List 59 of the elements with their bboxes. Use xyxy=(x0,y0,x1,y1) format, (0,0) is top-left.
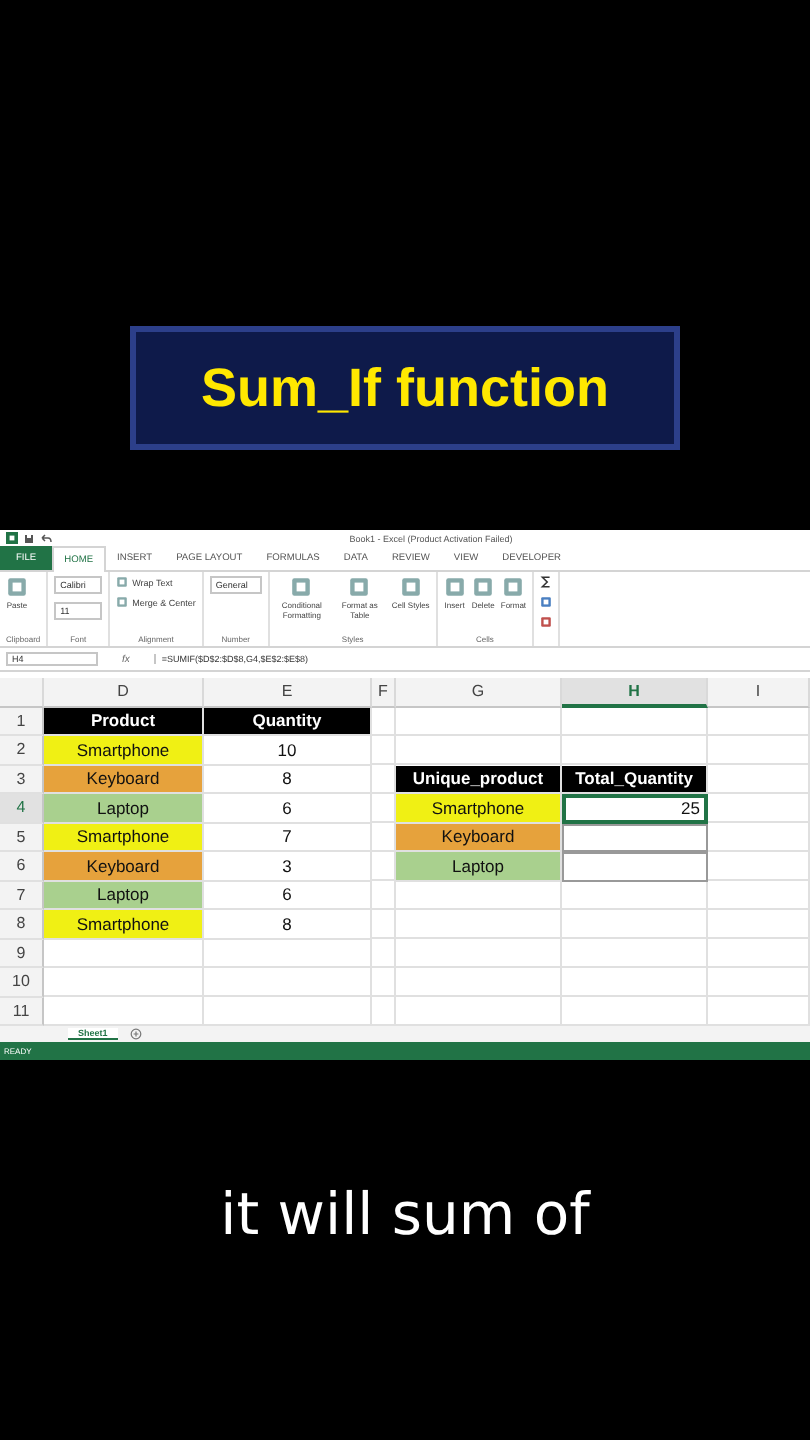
header-cell[interactable]: Quantity xyxy=(204,707,372,736)
table-cell[interactable]: 6 xyxy=(204,881,372,910)
table-cell[interactable]: Laptop xyxy=(44,881,204,910)
ribbon-icon[interactable] xyxy=(472,576,495,598)
save-icon[interactable] xyxy=(24,533,34,543)
table-cell[interactable]: 25 xyxy=(562,794,708,823)
table-cell[interactable]: 3 xyxy=(204,852,372,881)
table-cell[interactable]: Smartphone xyxy=(44,910,204,939)
row-header[interactable]: 6 xyxy=(0,852,44,881)
column-header[interactable]: D xyxy=(44,678,204,707)
table-cell[interactable]: Smartphone xyxy=(396,794,562,823)
ribbon-icon[interactable] xyxy=(502,576,525,598)
ribbon-icon[interactable] xyxy=(399,576,422,598)
ribbon-icon[interactable] xyxy=(6,576,28,598)
select-all-corner[interactable] xyxy=(0,678,44,707)
table-cell[interactable] xyxy=(562,852,708,881)
ribbon-icon[interactable] xyxy=(348,576,371,598)
column-header[interactable]: I xyxy=(708,678,810,707)
add-sheet-icon[interactable] xyxy=(129,1028,142,1040)
row-header[interactable]: 9 xyxy=(0,939,44,968)
ribbon-icon[interactable] xyxy=(116,596,129,608)
column-header[interactable]: E xyxy=(204,678,372,707)
row-header[interactable]: 1 xyxy=(0,707,44,736)
row-header[interactable]: 8 xyxy=(0,910,44,939)
table-cell[interactable]: Keyboard xyxy=(44,852,204,881)
row-header[interactable]: 11 xyxy=(0,997,44,1026)
fill-icon[interactable] xyxy=(540,596,553,608)
row-header[interactable]: 7 xyxy=(0,881,44,910)
undo-icon[interactable] xyxy=(40,533,52,543)
ribbon-icon[interactable] xyxy=(116,576,129,588)
clear-icon[interactable] xyxy=(540,616,553,628)
row-header[interactable]: 4 xyxy=(0,794,44,823)
table-cell[interactable]: Keyboard xyxy=(44,765,204,794)
table-cell[interactable]: Laptop xyxy=(396,852,562,881)
table-cell[interactable]: Laptop xyxy=(44,794,204,823)
column-header[interactable]: F xyxy=(372,678,396,707)
table-cell[interactable] xyxy=(562,823,708,852)
table-cell[interactable]: 6 xyxy=(204,794,372,823)
header-cell[interactable]: Product xyxy=(44,707,204,736)
table-cell[interactable]: 7 xyxy=(204,823,372,852)
subtitle: it will sum of xyxy=(220,1180,590,1248)
row-header[interactable]: 5 xyxy=(0,823,44,852)
table-cell[interactable]: 10 xyxy=(204,736,372,765)
row-header[interactable]: 10 xyxy=(0,968,44,997)
column-header[interactable]: H xyxy=(562,678,708,707)
ribbon-icon[interactable] xyxy=(443,576,466,598)
table-cell[interactable]: Keyboard xyxy=(396,823,562,852)
row-header[interactable]: 3 xyxy=(0,765,44,794)
sum-icon[interactable] xyxy=(540,576,553,588)
row-header[interactable]: 2 xyxy=(0,736,44,765)
column-header[interactable]: G xyxy=(396,678,562,707)
header-cell[interactable]: Unique_product xyxy=(396,765,562,794)
table-cell[interactable]: Smartphone xyxy=(44,736,204,765)
ribbon-icon[interactable] xyxy=(290,576,313,598)
video-title: Sum_If function xyxy=(130,326,680,450)
header-cell[interactable]: Total_Quantity xyxy=(562,765,708,794)
table-cell[interactable]: 8 xyxy=(204,765,372,794)
table-cell[interactable]: Smartphone xyxy=(44,823,204,852)
table-cell[interactable]: 8 xyxy=(204,910,372,939)
